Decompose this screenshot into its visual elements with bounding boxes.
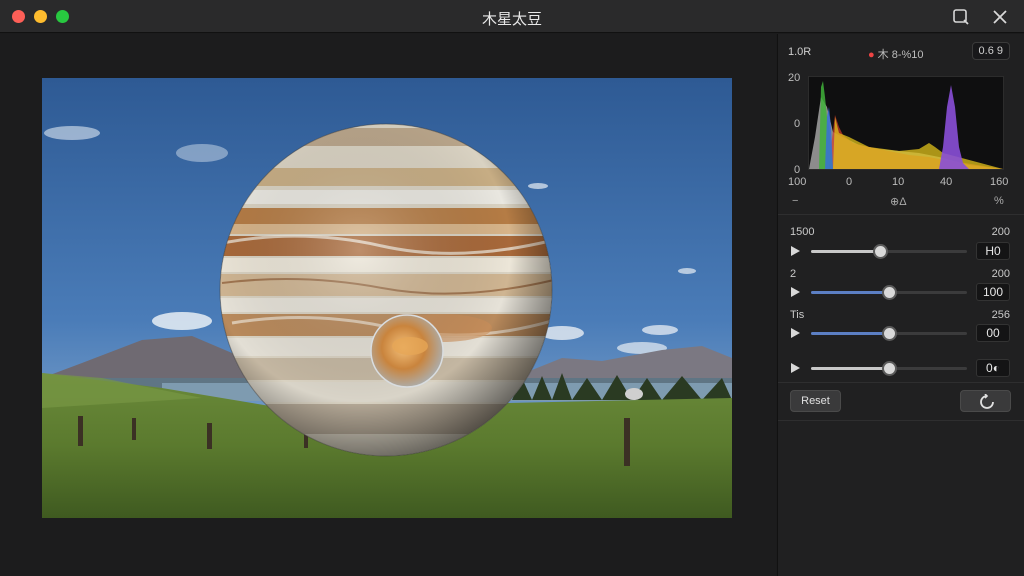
- slider-4-track[interactable]: [811, 361, 967, 376]
- hist-x-label: 40: [940, 176, 953, 188]
- slider-2-value-box[interactable]: 100: [976, 283, 1010, 301]
- hist-x-label: 0: [846, 176, 853, 188]
- play-icon[interactable]: [791, 246, 800, 256]
- play-icon[interactable]: [791, 328, 800, 338]
- panel-header-left: 1.0R: [788, 46, 812, 58]
- slider-2-value: 200: [991, 268, 1010, 280]
- slider-1-value: 200: [991, 226, 1010, 238]
- slider-3-fill: [811, 332, 889, 335]
- play-icon[interactable]: [791, 363, 800, 373]
- close-icon[interactable]: [989, 6, 1011, 28]
- hist-x-label: 160: [990, 176, 1009, 188]
- hist-y-label: 0: [794, 164, 801, 176]
- reset-button[interactable]: Reset: [790, 390, 841, 412]
- slider-1-thumb[interactable]: [872, 244, 888, 259]
- slider-2-fill: [811, 291, 889, 294]
- slider-1-value-box[interactable]: H0: [976, 242, 1010, 260]
- undo-button[interactable]: [960, 390, 1011, 412]
- slider-1-fill: [811, 250, 880, 253]
- window-title: 木星太豆: [481, 10, 542, 28]
- adjustments-panel: 1.0R ● 木 8-%10 0.6 9 20 0 0 100 0 10 40 1…: [777, 34, 1024, 576]
- play-icon[interactable]: [791, 287, 800, 297]
- slider-3-thumb[interactable]: [882, 326, 897, 341]
- image-canvas[interactable]: [0, 34, 776, 576]
- slider-3-value-box[interactable]: 00: [976, 324, 1010, 342]
- title-bar: 木星太豆: [0, 0, 1024, 33]
- divider: [778, 420, 1024, 421]
- slider-4-value-box[interactable]: 0◐: [976, 359, 1010, 377]
- panel-header-middle-text: 木 8-%10: [877, 49, 924, 61]
- slider-2-thumb[interactable]: [882, 285, 897, 300]
- rotate-icon: [980, 394, 994, 409]
- search-icon[interactable]: [950, 6, 972, 28]
- status-dot-icon: ●: [868, 49, 875, 61]
- slider-4-thumb[interactable]: [882, 361, 897, 376]
- slider-3-track[interactable]: [811, 326, 967, 341]
- slider-3-value: 256: [991, 309, 1010, 321]
- divider: [778, 382, 1024, 383]
- divider: [778, 214, 1024, 215]
- hist-footer-left[interactable]: −: [792, 195, 798, 207]
- slider-3-label: Tis: [790, 309, 805, 321]
- panel-header-middle: ● 木 8-%10: [868, 46, 924, 62]
- hist-x-label: 100: [788, 176, 807, 188]
- slider-2-label: 2: [790, 268, 797, 280]
- hist-y-label: 0: [794, 118, 801, 130]
- hist-footer-middle[interactable]: ⊕Δ: [890, 195, 907, 208]
- slider-1-label: 1500: [790, 226, 815, 238]
- histogram-plot: [808, 76, 1004, 170]
- slider-4-fill: [811, 367, 889, 370]
- hist-x-label: 10: [892, 176, 905, 188]
- hist-footer-right[interactable]: %: [994, 195, 1004, 207]
- histogram: 20 0 0 100 0 10 40 160: [788, 72, 1010, 212]
- hist-y-label: 20: [788, 72, 801, 84]
- edited-photo[interactable]: [42, 78, 732, 518]
- slider-1-track[interactable]: [811, 244, 967, 259]
- slider-2-track[interactable]: [811, 285, 967, 300]
- panel-header-value-box[interactable]: 0.6 9: [971, 42, 1010, 60]
